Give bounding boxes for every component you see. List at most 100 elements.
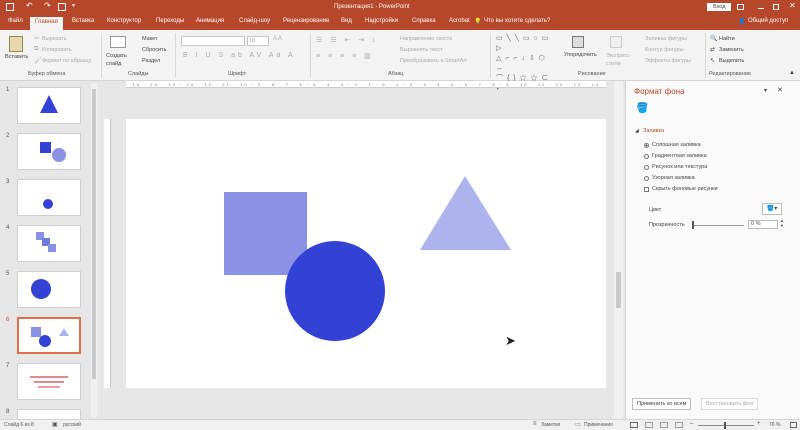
color-picker-button[interactable]: 🪣▾ bbox=[762, 203, 782, 215]
tab-help[interactable]: Справка bbox=[412, 18, 436, 24]
zoom-slider-thumb[interactable] bbox=[724, 422, 726, 429]
share-button[interactable]: Общий доступ bbox=[748, 18, 788, 24]
sorter-view-icon[interactable] bbox=[645, 422, 653, 428]
paste-icon[interactable] bbox=[9, 36, 23, 52]
grow-font-icon[interactable]: A A bbox=[273, 36, 282, 42]
transparency-spinner-icon[interactable]: ▲ ▼ bbox=[780, 218, 784, 228]
collapse-ribbon-icon[interactable]: ▲ bbox=[789, 70, 795, 76]
slide-thumbnail-4[interactable] bbox=[17, 225, 81, 262]
tab-transitions[interactable]: Переходы bbox=[156, 18, 184, 24]
picture-fill-radio[interactable] bbox=[644, 165, 649, 170]
pane-options-icon[interactable]: ▾ bbox=[764, 87, 767, 94]
section-button[interactable]: Раздел bbox=[142, 58, 160, 64]
tab-view[interactable]: Вид bbox=[341, 18, 352, 24]
reset-button[interactable]: Сбросить bbox=[142, 47, 166, 53]
hide-bg-checkbox[interactable] bbox=[644, 187, 649, 192]
zoom-slider[interactable] bbox=[698, 425, 754, 426]
gradient-fill-radio[interactable] bbox=[644, 154, 649, 159]
font-format-row[interactable]: B I U S ab AV Aa A bbox=[183, 52, 296, 59]
quick-styles-icon[interactable] bbox=[610, 36, 622, 48]
normal-view-icon[interactable] bbox=[630, 422, 638, 428]
reading-view-icon[interactable] bbox=[660, 422, 668, 428]
slide-thumbnail-1[interactable] bbox=[17, 87, 81, 124]
quick-styles-button[interactable]: Экспресс-стили bbox=[606, 52, 632, 68]
shape-outline-button[interactable]: Контур фигуры bbox=[645, 47, 683, 53]
fill-collapse-icon[interactable]: ◢ bbox=[635, 128, 639, 134]
tab-animations[interactable]: Анимация bbox=[196, 18, 224, 24]
pattern-fill-radio[interactable] bbox=[644, 176, 649, 181]
hide-bg-label[interactable]: Скрыть фоновые рисунки bbox=[652, 186, 718, 192]
zoom-out-icon[interactable]: – bbox=[690, 421, 693, 427]
solid-fill-label[interactable]: Сплошная заливка bbox=[652, 142, 701, 148]
redo-icon[interactable]: ↷ bbox=[44, 1, 51, 10]
notes-button[interactable]: Заметки bbox=[541, 422, 560, 428]
find-button[interactable]: Найти bbox=[719, 36, 735, 42]
tab-addins[interactable]: Надстройки bbox=[365, 18, 398, 24]
picture-fill-label[interactable]: Рисунок или текстура bbox=[652, 164, 707, 170]
tab-slideshow[interactable]: Слайд-шоу bbox=[239, 18, 270, 24]
login-button[interactable]: Вход bbox=[707, 3, 732, 11]
circle-shape[interactable] bbox=[285, 241, 385, 341]
list-icons[interactable]: ☰ ☰ ⇤ ⇥ ↕ bbox=[316, 36, 379, 44]
canvas-scrollbar[interactable] bbox=[614, 81, 623, 419]
replace-button[interactable]: Заменить bbox=[719, 47, 744, 53]
text-direction-button[interactable]: Направление текста bbox=[400, 36, 452, 42]
zoom-level[interactable]: 76 % bbox=[769, 422, 780, 428]
transparency-slider-thumb[interactable] bbox=[692, 221, 694, 229]
reset-background-button[interactable]: Восстановить фон bbox=[701, 398, 759, 410]
language-status[interactable]: русский bbox=[63, 422, 81, 428]
shape-fill-button[interactable]: Заливка фигуры bbox=[645, 36, 687, 42]
tab-file[interactable]: Файл bbox=[8, 18, 23, 24]
slide-canvas[interactable] bbox=[126, 119, 606, 388]
maximize-icon[interactable] bbox=[773, 4, 779, 10]
ribbon-display-icon[interactable] bbox=[737, 4, 744, 10]
arrange-button[interactable]: Упорядочить bbox=[564, 52, 597, 58]
new-slide-icon[interactable] bbox=[110, 36, 126, 48]
gradient-fill-label[interactable]: Градиентная заливка bbox=[652, 153, 707, 159]
fill-section-header[interactable]: Заливка bbox=[643, 128, 664, 134]
transparency-slider[interactable] bbox=[692, 225, 744, 226]
align-icons[interactable]: ≡ ≡ ≡ ≡ ▥ bbox=[316, 52, 374, 60]
slide-thumbnail-7[interactable] bbox=[17, 363, 81, 400]
canvas-scroll-thumb[interactable] bbox=[616, 272, 621, 308]
zoom-in-icon[interactable]: + bbox=[757, 421, 761, 427]
minimize-icon[interactable] bbox=[758, 8, 764, 9]
spellcheck-icon[interactable]: ▣ bbox=[52, 421, 58, 428]
pane-close-icon[interactable]: ✕ bbox=[777, 86, 783, 94]
layout-button[interactable]: Макет bbox=[142, 36, 158, 42]
slide-thumbnail-5[interactable] bbox=[17, 271, 81, 308]
smartart-button[interactable]: Преобразовать в SmartArt bbox=[400, 58, 467, 64]
shapes-gallery[interactable]: ▭ ╲ ╲ ▭ ○ ▭ ▷ △ ⌐ ⌐ ↓ ⇩ ⬡ ↔ ⌒ { } ☆ ☆ ⊂ ▾ bbox=[496, 34, 554, 92]
fit-slide-icon[interactable] bbox=[790, 422, 797, 428]
save-icon[interactable] bbox=[6, 3, 14, 11]
slide-thumbnail-3[interactable] bbox=[17, 179, 81, 216]
pattern-fill-label[interactable]: Узорная заливка bbox=[652, 175, 695, 181]
comments-button[interactable]: Примечания bbox=[584, 422, 613, 428]
presentation-icon[interactable] bbox=[58, 3, 66, 11]
slideshow-view-icon[interactable] bbox=[675, 422, 683, 428]
tell-me-input[interactable]: Что вы хотите сделать? bbox=[484, 18, 550, 24]
paint-bucket-icon[interactable]: 🪣 bbox=[636, 103, 648, 114]
tab-insert[interactable]: Вставка bbox=[72, 18, 94, 24]
tab-review[interactable]: Рецензирование bbox=[283, 18, 329, 24]
tab-design[interactable]: Конструктор bbox=[107, 18, 141, 24]
tab-home[interactable]: Главная bbox=[30, 17, 63, 30]
align-text-button[interactable]: Выровнять текст bbox=[400, 47, 443, 53]
copy-button[interactable]: Копировать bbox=[42, 47, 72, 53]
select-button[interactable]: Выделить bbox=[719, 58, 744, 64]
apply-to-all-button[interactable]: Применить ко всем bbox=[632, 398, 692, 410]
shape-effects-button[interactable]: Эффекты фигуры bbox=[645, 58, 691, 64]
paste-button[interactable]: Вставить bbox=[5, 54, 28, 60]
format-painter-button[interactable]: Формат по образцу bbox=[42, 58, 91, 64]
customize-qat-icon[interactable]: ▾ bbox=[72, 2, 75, 9]
cut-button[interactable]: Вырезать bbox=[42, 36, 66, 42]
solid-fill-radio[interactable] bbox=[644, 143, 649, 148]
thumbnails-scroll-thumb[interactable] bbox=[92, 89, 96, 379]
triangle-shape[interactable] bbox=[420, 176, 511, 250]
slide-thumbnail-2[interactable] bbox=[17, 133, 81, 170]
font-name-box[interactable] bbox=[181, 36, 245, 46]
close-icon[interactable]: ✕ bbox=[789, 1, 796, 10]
tab-acrobat[interactable]: Acrobat bbox=[449, 18, 470, 24]
undo-icon[interactable]: ↶ bbox=[26, 1, 33, 10]
share-icon[interactable]: 👤 bbox=[738, 18, 745, 25]
